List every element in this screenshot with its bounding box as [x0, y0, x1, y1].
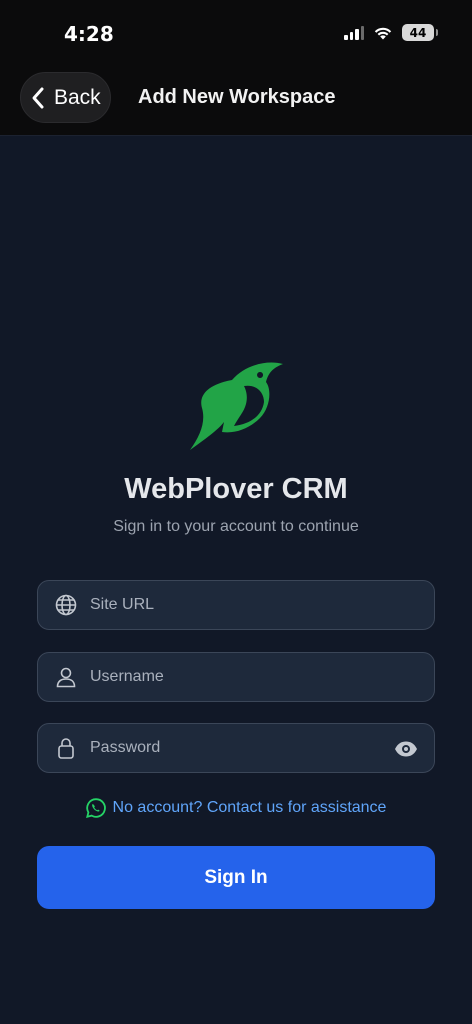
contact-link-label: No account? Contact us for assistance — [112, 799, 387, 816]
sign-in-button[interactable]: Sign In — [37, 846, 435, 909]
page-title: Add New Workspace — [138, 86, 336, 108]
eye-icon[interactable] — [394, 737, 418, 761]
wifi-icon — [374, 27, 392, 40]
top-bar: 4:28 44 Back Add New Workspace — [0, 0, 472, 136]
password-field[interactable] — [37, 723, 435, 773]
app-subtitle: Sign in to your account to continue — [113, 518, 359, 535]
status-icons: 44 — [344, 24, 438, 41]
contact-support-link[interactable]: No account? Contact us for assistance — [0, 798, 472, 818]
back-button[interactable]: Back — [20, 72, 111, 123]
username-input[interactable] — [90, 668, 370, 686]
battery-indicator: 44 — [402, 24, 438, 41]
app-title: WebPlover CRM — [124, 473, 348, 505]
status-time: 4:28 — [64, 22, 114, 46]
chevron-left-icon — [32, 87, 44, 108]
site-url-field[interactable] — [37, 580, 435, 630]
globe-icon — [54, 593, 78, 617]
site-url-input[interactable] — [90, 596, 370, 614]
lock-icon — [54, 736, 78, 760]
username-field[interactable] — [37, 652, 435, 702]
user-icon — [54, 665, 78, 689]
plover-bird-logo — [190, 362, 283, 450]
sign-in-screen: 4:28 44 Back Add New Workspace WebPlover… — [0, 0, 472, 1024]
password-input[interactable] — [90, 739, 370, 757]
whatsapp-icon — [85, 798, 106, 818]
cellular-signal-icon — [344, 25, 364, 40]
back-label: Back — [54, 85, 101, 109]
